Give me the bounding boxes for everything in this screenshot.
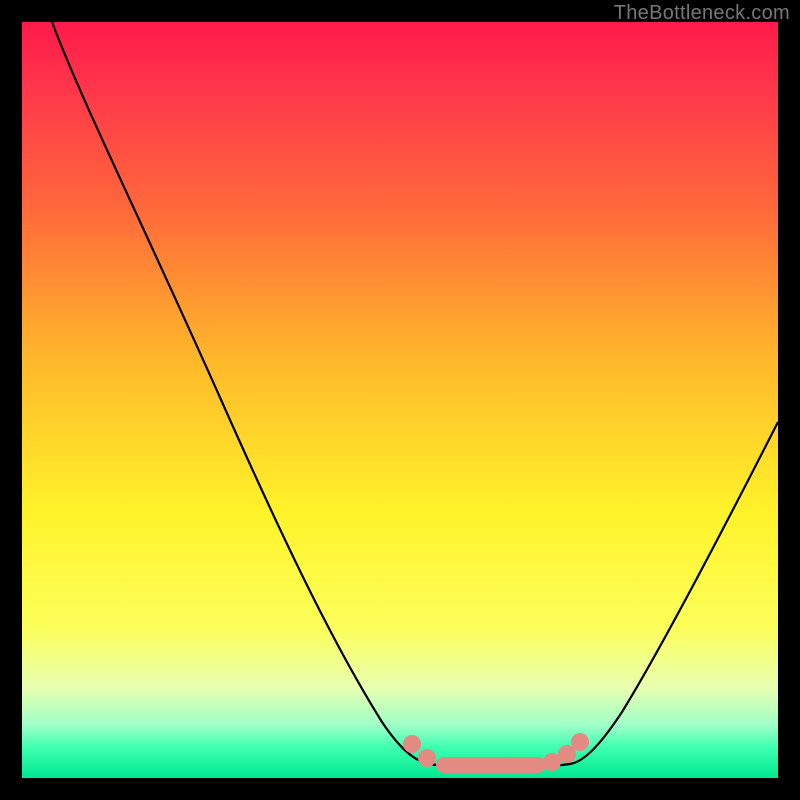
highlight-band (403, 733, 589, 773)
bottleneck-chart (22, 22, 778, 778)
curve-right (570, 422, 778, 764)
curve-left (52, 22, 430, 764)
